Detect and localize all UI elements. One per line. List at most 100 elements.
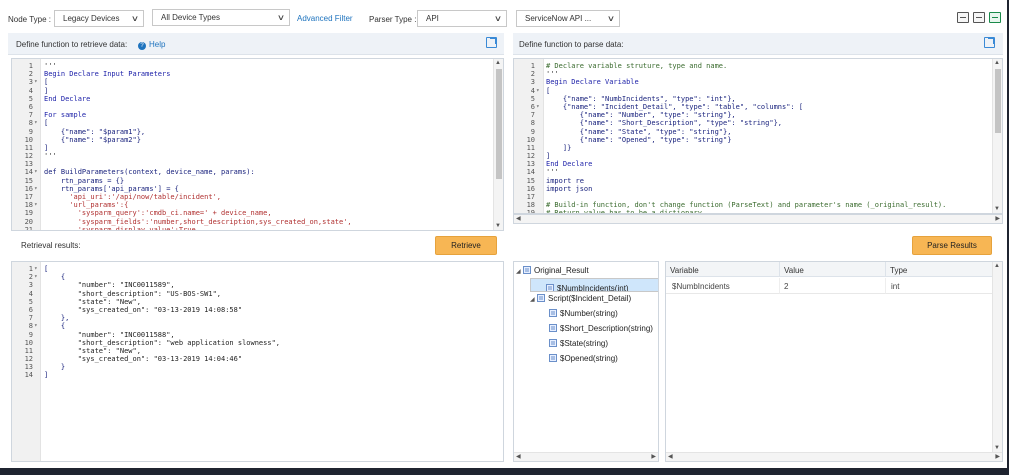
code-line: 11 "state": "New", xyxy=(12,347,493,355)
line-number: 5 xyxy=(28,297,33,306)
fold-icon[interactable]: ▾ xyxy=(536,103,540,111)
scroll-thumb[interactable] xyxy=(496,69,502,179)
code-text: {"name": "NumbIncidents", "type": "int"}… xyxy=(546,94,736,103)
fold-icon[interactable]: ▾ xyxy=(34,273,38,281)
code-text: {"name": "Short_Description", "type": "s… xyxy=(546,119,783,128)
expand-icon[interactable] xyxy=(486,37,497,48)
code-line: 2 ''' xyxy=(514,70,992,78)
code-text: def BuildParameters(context, device_name… xyxy=(44,168,255,177)
column-header-variable[interactable]: Variable xyxy=(666,262,780,277)
cell-variable[interactable]: $NumbIncidents xyxy=(666,278,780,294)
fold-icon[interactable]: ▾ xyxy=(34,322,38,330)
scroll-up-icon[interactable]: ▲ xyxy=(495,60,501,66)
line-number: 7 xyxy=(28,314,33,323)
horizontal-scrollbar[interactable]: ◀ ▶ xyxy=(666,452,1002,461)
line-number: 10 xyxy=(24,338,33,347)
scroll-left-icon[interactable]: ◀ xyxy=(516,453,521,460)
horizontal-scrollbar[interactable]: ◀ ▶ xyxy=(513,214,1003,224)
scroll-up-icon[interactable]: ▲ xyxy=(994,263,1000,269)
tree-node-number[interactable]: $Number(string) xyxy=(542,307,618,321)
line-number: 1 xyxy=(28,265,33,273)
collapse-icon[interactable]: ◢ xyxy=(530,293,536,307)
scroll-down-icon[interactable]: ▼ xyxy=(994,445,1000,451)
line-number: 15 xyxy=(24,176,33,185)
vertical-scrollbar[interactable]: ▲ ▼ xyxy=(992,262,1002,452)
scroll-down-icon[interactable]: ▼ xyxy=(994,206,1000,212)
scroll-up-icon[interactable]: ▲ xyxy=(994,60,1000,66)
retrieve-code-editor[interactable]: 1 ''' 2 Begin Declare Input Parameters 3 ▾[4]… xyxy=(11,58,504,231)
save-icon[interactable] xyxy=(957,12,969,23)
scroll-right-icon[interactable]: ▶ xyxy=(995,453,1000,460)
code-line: 10 "short_description": "web application… xyxy=(12,339,493,347)
line-number: 4 xyxy=(28,86,33,95)
tree-node-opened[interactable]: $Opened(string) xyxy=(542,352,618,366)
tree-node-state[interactable]: $State(string) xyxy=(542,337,608,351)
fold-icon[interactable]: ▾ xyxy=(34,185,38,193)
scroll-thumb[interactable] xyxy=(995,69,1001,133)
code-text: "sys_created_on": "03-13-2019 14:08:58" xyxy=(44,305,243,314)
code-line: 7 For sample xyxy=(12,111,493,119)
expand-icon[interactable] xyxy=(984,37,995,48)
code-text: ] xyxy=(44,86,49,95)
line-number: 17 xyxy=(24,193,33,201)
tree-node-label: $NumbIncidents(int) xyxy=(557,284,629,292)
line-number: 3 xyxy=(28,281,33,290)
parser-type-select[interactable]: API ∨ xyxy=(417,10,507,27)
line-number: 14 xyxy=(526,168,535,177)
retrieval-results-editor[interactable]: 1 ▾[2 ▾ {3 "number": "INC0011589", 4 "short… xyxy=(11,261,504,462)
code-text: 'sysparm_query':'cmdb_ci.name=' + device… xyxy=(44,209,272,218)
line-number: 6 xyxy=(28,102,33,111)
tree-node-root[interactable]: ◢ Original_Result xyxy=(516,264,589,278)
tree-node-incident-detail[interactable]: ◢ Script($Incident_Detail) xyxy=(530,292,631,306)
fold-icon[interactable]: ▾ xyxy=(34,78,38,86)
fold-icon[interactable]: ▾ xyxy=(34,168,38,176)
line-number: 13 xyxy=(24,160,33,169)
column-header-type[interactable]: Type xyxy=(886,262,994,277)
advanced-filter-link[interactable]: Advanced Filter xyxy=(297,14,353,23)
line-number: 19 xyxy=(24,209,33,218)
horizontal-scrollbar[interactable]: ◀ ▶ xyxy=(514,452,658,461)
code-text: ] xyxy=(44,143,49,152)
variables-grid: Variable Value Type $NumbIncidents 2 int… xyxy=(665,261,1003,462)
cell-value[interactable]: 2 xyxy=(780,278,886,294)
fold-icon[interactable]: ▾ xyxy=(34,265,38,273)
parse-panel-header: Define function to parse data: xyxy=(513,33,1003,55)
scroll-left-icon[interactable]: ◀ xyxy=(516,215,521,222)
help-label: Help xyxy=(149,40,166,49)
parse-code-editor[interactable]: 1 # Declare variable struture, type and n… xyxy=(513,58,1003,214)
scroll-right-icon[interactable]: ▶ xyxy=(995,215,1000,222)
code-line: 8 ▾ [ xyxy=(12,119,493,127)
code-text: import re xyxy=(546,176,584,185)
collapse-icon[interactable]: ◢ xyxy=(516,265,522,279)
retrieve-button[interactable]: Retrieve xyxy=(435,236,497,255)
help-link[interactable]: ? Help xyxy=(138,40,165,50)
device-types-select[interactable]: All Device Types ∨ xyxy=(152,9,290,26)
node-type-value: Legacy Devices xyxy=(63,14,120,23)
column-header-value[interactable]: Value xyxy=(780,262,886,277)
line-number: 12 xyxy=(526,152,535,161)
node-icon xyxy=(549,309,557,317)
code-line: 16 import json xyxy=(514,185,992,193)
fold-icon[interactable]: ▾ xyxy=(536,87,540,95)
cell-type[interactable]: int xyxy=(886,278,994,294)
tree-node-short-description[interactable]: $Short_Description(string) xyxy=(542,322,653,336)
template-select[interactable]: ServiceNow API ... ∨ xyxy=(516,10,620,27)
save-as-icon[interactable] xyxy=(973,12,985,23)
code-line: 11] xyxy=(12,144,493,152)
fold-icon[interactable]: ▾ xyxy=(34,119,38,127)
scroll-left-icon[interactable]: ◀ xyxy=(668,453,673,460)
vertical-scrollbar[interactable]: ▲ ▼ xyxy=(493,59,503,230)
node-type-select[interactable]: Legacy Devices ∨ xyxy=(54,10,144,27)
line-number: 14 xyxy=(24,371,33,380)
tree-node-numbincidents[interactable]: $NumbIncidents(int) xyxy=(530,278,658,292)
code-line: 6 ▾ {"name": "Incident_Detail", "type": "… xyxy=(514,103,992,111)
code-line: 5 "state": "New", xyxy=(12,298,493,306)
export-icon[interactable] xyxy=(989,12,1001,23)
code-text: ''' xyxy=(44,152,57,161)
scroll-right-icon[interactable]: ▶ xyxy=(651,453,656,460)
fold-icon[interactable]: ▾ xyxy=(34,201,38,209)
parse-results-button[interactable]: Parse Results xyxy=(912,236,992,255)
code-line: 3 "number": "INC0011589", xyxy=(12,281,493,289)
vertical-scrollbar[interactable]: ▲ ▼ xyxy=(992,59,1002,213)
scroll-down-icon[interactable]: ▼ xyxy=(495,223,501,229)
